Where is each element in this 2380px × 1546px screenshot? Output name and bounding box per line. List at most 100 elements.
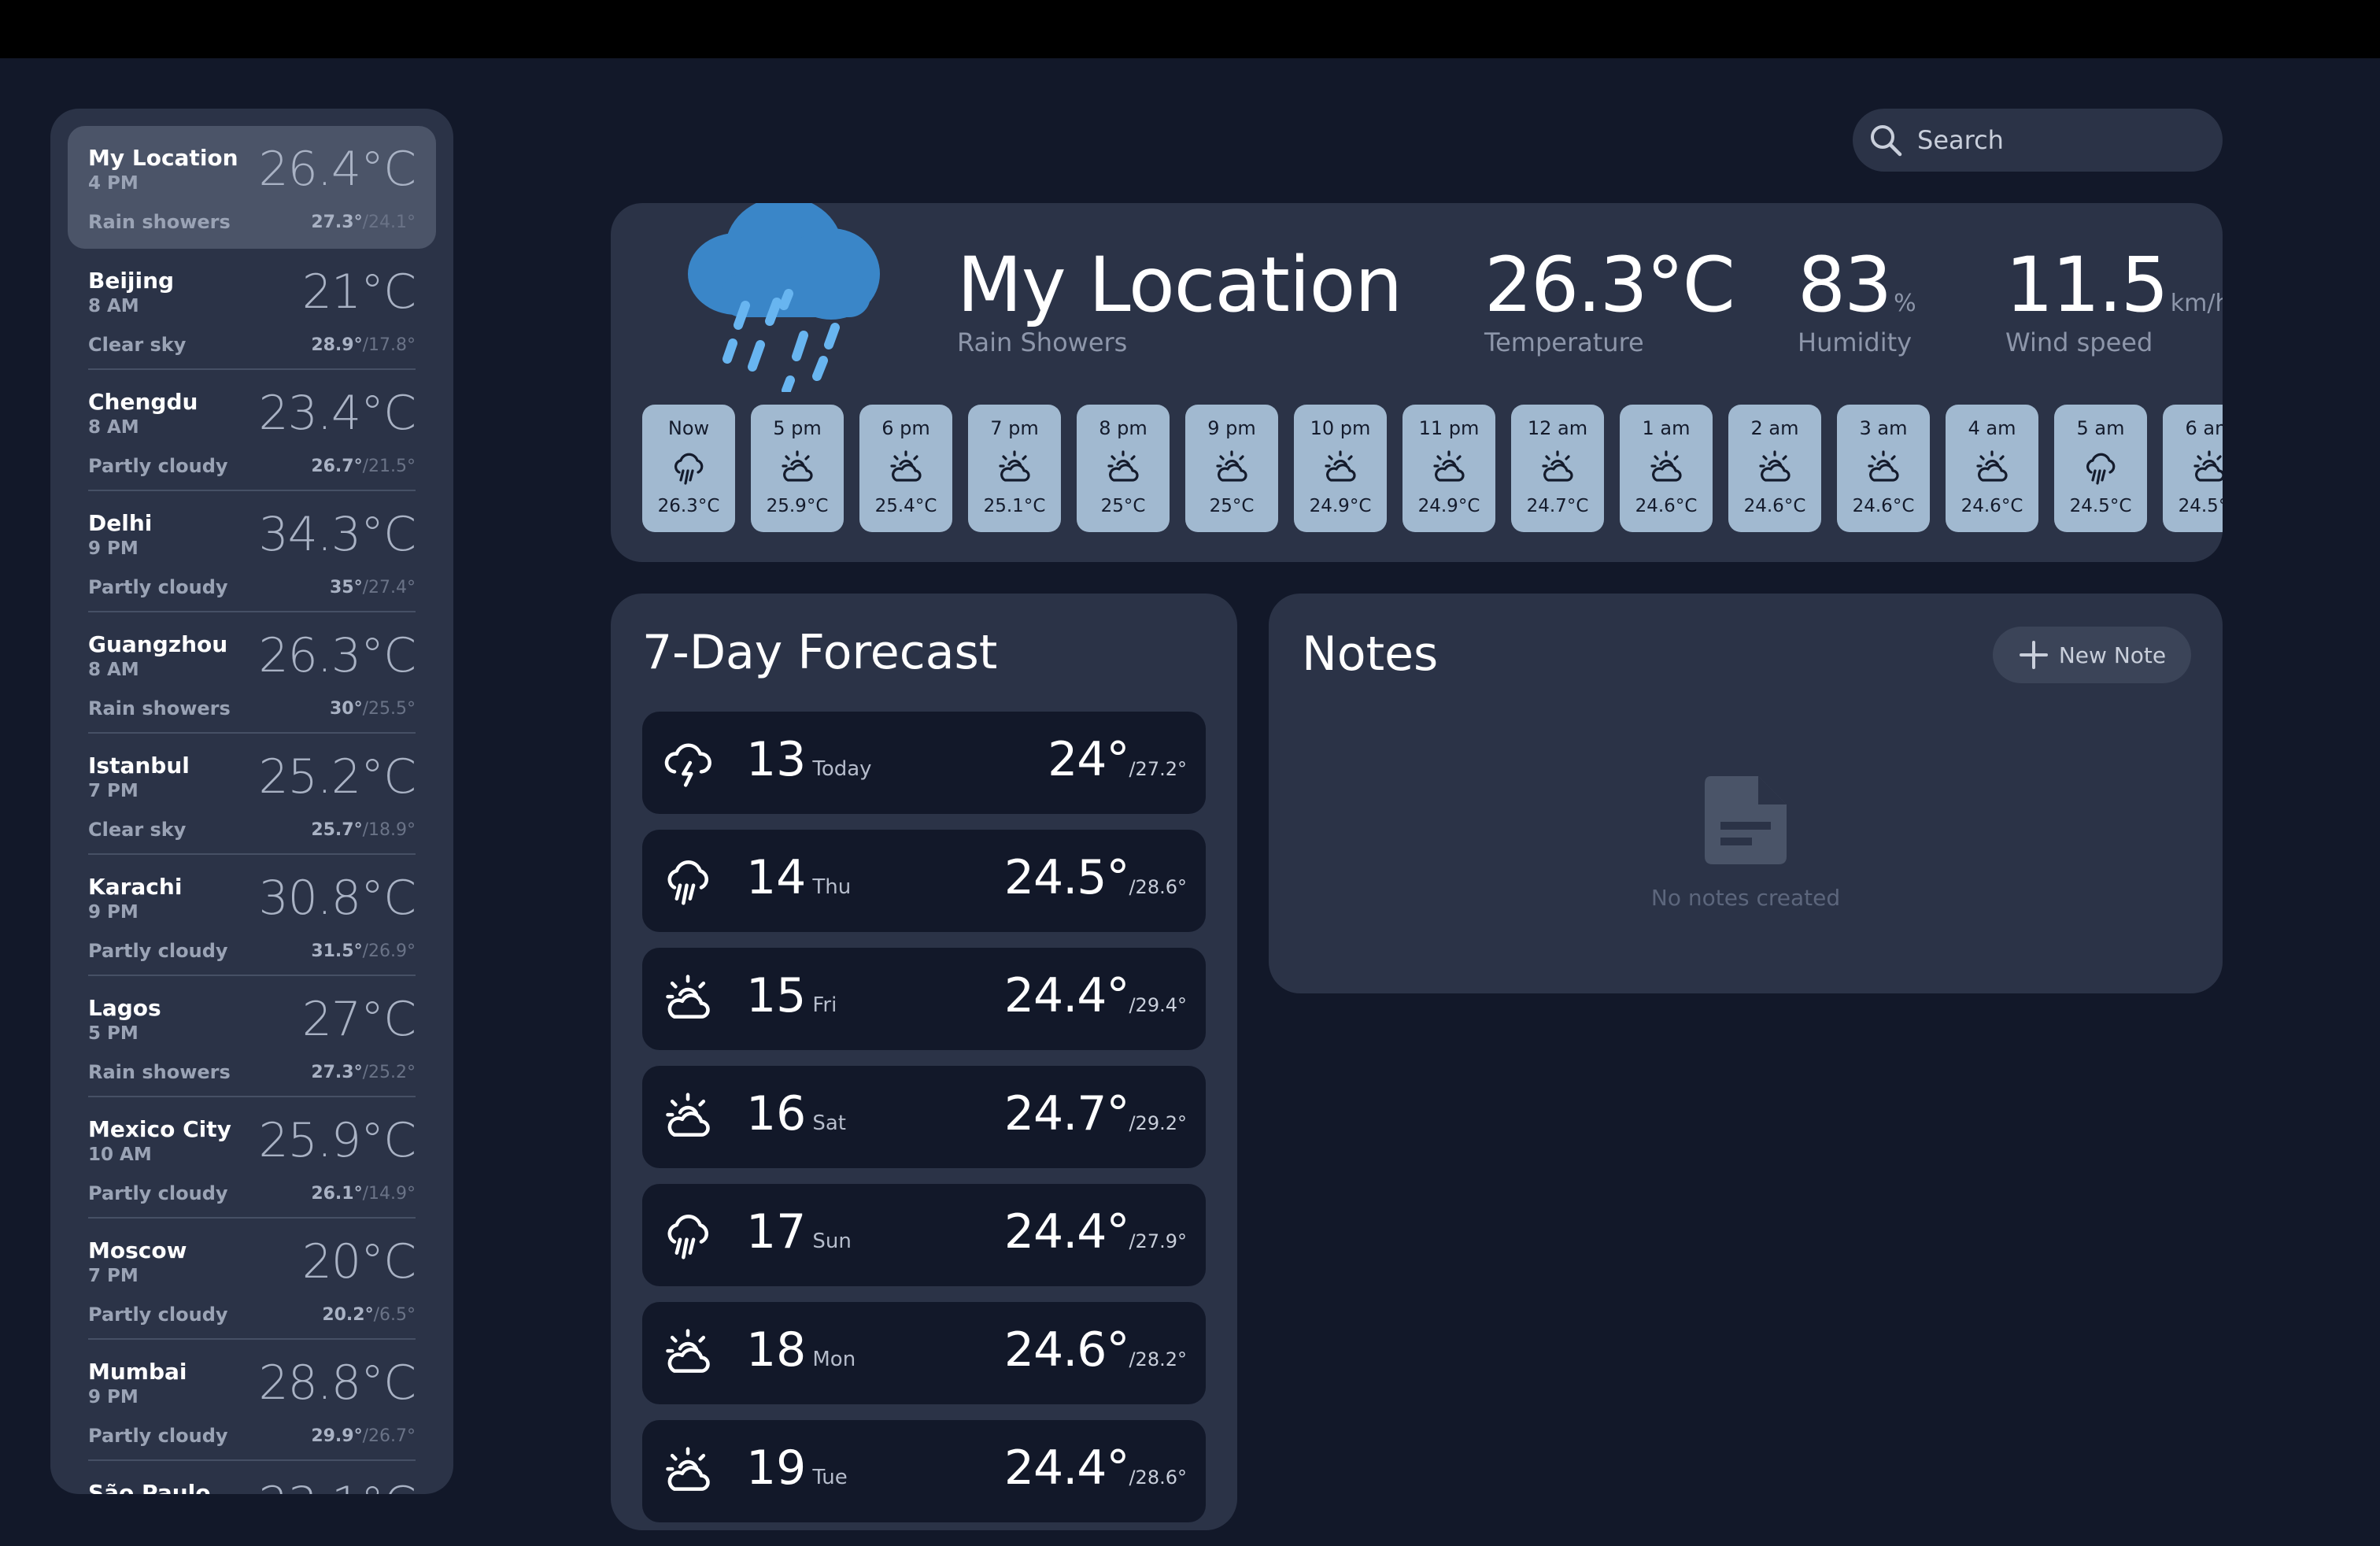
city-low: /24.1°	[362, 213, 416, 232]
city-low: /26.7°	[362, 1426, 416, 1446]
city-temp-range: 26.1°/14.9°	[311, 1184, 416, 1204]
hourly-tile[interactable]: 6 am 24.5°C	[2163, 405, 2223, 532]
search-bar[interactable]	[1853, 109, 2223, 172]
city-condition: Partly cloudy	[88, 1304, 228, 1326]
forecast-day-name: Sun	[812, 1230, 852, 1253]
city-low: /25.2°	[362, 1063, 416, 1082]
city-condition: Clear sky	[88, 334, 187, 356]
city-name: Chengdu	[88, 389, 198, 415]
new-note-button[interactable]: New Note	[1993, 627, 2191, 683]
forecast-day-name: Fri	[812, 993, 837, 1017]
rain-icon	[2086, 453, 2116, 485]
forecast-high: /27.2°	[1129, 758, 1187, 780]
hour-time: 1 am	[1642, 417, 1691, 439]
city-temperature: 34.3°C	[258, 507, 416, 562]
hourly-tile[interactable]: Now 26.3°C	[642, 405, 735, 532]
hourly-tile[interactable]: 11 pm 24.9°C	[1402, 405, 1495, 532]
forecast-row[interactable]: 19 Tue 24.4°/28.6°	[642, 1420, 1206, 1522]
forecast-row[interactable]: 14 Thu 24.5°/28.6°	[642, 830, 1206, 932]
hourly-forecast-strip[interactable]: Now 26.3°C 5 pm 25.9°C 6 pm 25.4°C 7 pm 25.…	[642, 405, 2223, 532]
city-name: Mumbai	[88, 1359, 187, 1385]
city-temp-range: 25.7°/18.9°	[311, 820, 416, 840]
temperature-stat: 26.3°C Temperature	[1484, 241, 1735, 357]
city-time: 10 AM	[88, 1145, 152, 1165]
city-item[interactable]: My Location 4 PM Rain showers 26.4°C 27.3°/2…	[68, 126, 436, 249]
top-bar	[0, 0, 2380, 58]
city-condition: Partly cloudy	[88, 1182, 228, 1204]
city-condition: Rain showers	[88, 697, 231, 719]
wind-stat: 11.5 km/h Wind speed	[2005, 241, 2223, 357]
partly-cloudy-icon	[666, 1447, 710, 1491]
thunderstorm-icon	[664, 743, 711, 787]
plus-icon	[2019, 641, 2048, 669]
city-high: 27.3°	[311, 213, 363, 232]
forecast-date: 18	[746, 1322, 807, 1378]
hourly-tile[interactable]: 3 am 24.6°C	[1837, 405, 1930, 532]
city-item[interactable]: São Paulo 23.1°C	[88, 1461, 416, 1494]
hourly-tile[interactable]: 5 pm 25.9°C	[751, 405, 844, 532]
city-item[interactable]: Moscow 7 PM Partly cloudy 20°C 20.2°/6.5°	[88, 1219, 416, 1340]
city-item[interactable]: Delhi 9 PM Partly cloudy 34.3°C 35°/27.4°	[88, 491, 416, 612]
search-input[interactable]	[1917, 125, 2216, 155]
partly-cloudy-icon	[999, 450, 1030, 482]
hour-time: 5 am	[2076, 417, 2125, 439]
hour-temp: 25.4°C	[874, 496, 937, 516]
hourly-tile[interactable]: 6 pm 25.4°C	[859, 405, 952, 532]
city-item[interactable]: Chengdu 8 AM Partly cloudy 23.4°C 26.7°/21.5…	[88, 370, 416, 491]
forecast-temperature: 24.6°/28.2°	[1004, 1322, 1187, 1378]
hourly-tile[interactable]: 9 pm 25°C	[1185, 405, 1278, 532]
notes-title: Notes	[1302, 627, 1439, 682]
city-temp-range: 31.5°/26.9°	[311, 941, 416, 961]
city-item[interactable]: Beijing 8 AM Clear sky 21°C 28.9°/17.8°	[88, 249, 416, 370]
forecast-row[interactable]: 18 Mon 24.6°/28.2°	[642, 1302, 1206, 1404]
hourly-tile[interactable]: 12 am 24.7°C	[1511, 405, 1604, 532]
forecast-day-name: Today	[812, 757, 872, 781]
forecast-row[interactable]: 15 Fri 24.4°/29.4°	[642, 948, 1206, 1050]
hour-time: Now	[667, 417, 710, 439]
hourly-tile[interactable]: 1 am 24.6°C	[1620, 405, 1713, 532]
city-condition: Partly cloudy	[88, 940, 228, 962]
forecast-day: 17 Sun	[746, 1204, 852, 1259]
partly-cloudy-icon	[666, 1093, 710, 1137]
forecast-temp: 24.4°	[1003, 1204, 1130, 1259]
city-temperature: 28.8°C	[258, 1356, 416, 1411]
city-time: 7 PM	[88, 1266, 139, 1286]
city-temp-range: 26.7°/21.5°	[311, 457, 416, 476]
hourly-tile[interactable]: 5 am 24.5°C	[2054, 405, 2147, 532]
forecast-day: 15 Fri	[746, 968, 837, 1023]
forecast-temp: 24°	[1048, 732, 1129, 787]
hourly-tile[interactable]: 8 pm 25°C	[1077, 405, 1170, 532]
city-time: 8 AM	[88, 660, 139, 680]
forecast-temp: 24.4°	[1003, 968, 1130, 1023]
city-item[interactable]: Mumbai 9 PM Partly cloudy 28.8°C 29.9°/26.7°	[88, 1340, 416, 1461]
empty-notes-text: No notes created	[1650, 885, 1841, 911]
forecast-day: 16 Sat	[746, 1086, 846, 1141]
forecast-day: 14 Thu	[746, 850, 851, 905]
forecast-temp: 24.4°	[1003, 1441, 1130, 1496]
forecast-row[interactable]: 17 Sun 24.4°/27.9°	[642, 1184, 1206, 1286]
hourly-tile[interactable]: 10 pm 24.9°C	[1294, 405, 1387, 532]
rain-cloud-icon	[688, 203, 880, 392]
hourly-tile[interactable]: 7 pm 25.1°C	[968, 405, 1061, 532]
city-condition: Clear sky	[88, 819, 187, 841]
hourly-tile[interactable]: 4 am 24.6°C	[1946, 405, 2038, 532]
city-high: 35°	[329, 578, 363, 597]
forecast-row[interactable]: 16 Sat 24.7°/29.2°	[642, 1066, 1206, 1168]
city-item[interactable]: Istanbul 7 PM Clear sky 25.2°C 25.7°/18.9°	[88, 734, 416, 855]
hourly-tile[interactable]: 2 am 24.6°C	[1728, 405, 1821, 532]
forecast-date: 14	[746, 850, 807, 905]
city-item[interactable]: Lagos 5 PM Rain showers 27°C 27.3°/25.2°	[88, 976, 416, 1097]
hour-time: 6 am	[2185, 417, 2223, 439]
humidity-value: 83	[1798, 241, 1892, 329]
partly-cloudy-icon	[782, 450, 813, 482]
city-item[interactable]: Guangzhou 8 AM Rain showers 26.3°C 30°/25.5°	[88, 612, 416, 734]
city-temp-range: 27.3°/24.1°	[311, 213, 416, 232]
partly-cloudy-icon	[2193, 450, 2223, 482]
city-item[interactable]: Karachi 9 PM Partly cloudy 30.8°C 31.5°/26.9…	[88, 855, 416, 976]
city-item[interactable]: Mexico City 10 AM Partly cloudy 25.9°C 26.1°…	[88, 1097, 416, 1219]
city-temp-range: 29.9°/26.7°	[311, 1426, 416, 1446]
forecast-row[interactable]: 13 Today 24°/27.2°	[642, 712, 1206, 814]
city-list-sidebar[interactable]: My Location 4 PM Rain showers 26.4°C 27.3°/2…	[50, 109, 453, 1494]
forecast-date: 13	[746, 732, 807, 787]
current-condition: Rain Showers	[957, 327, 1128, 357]
